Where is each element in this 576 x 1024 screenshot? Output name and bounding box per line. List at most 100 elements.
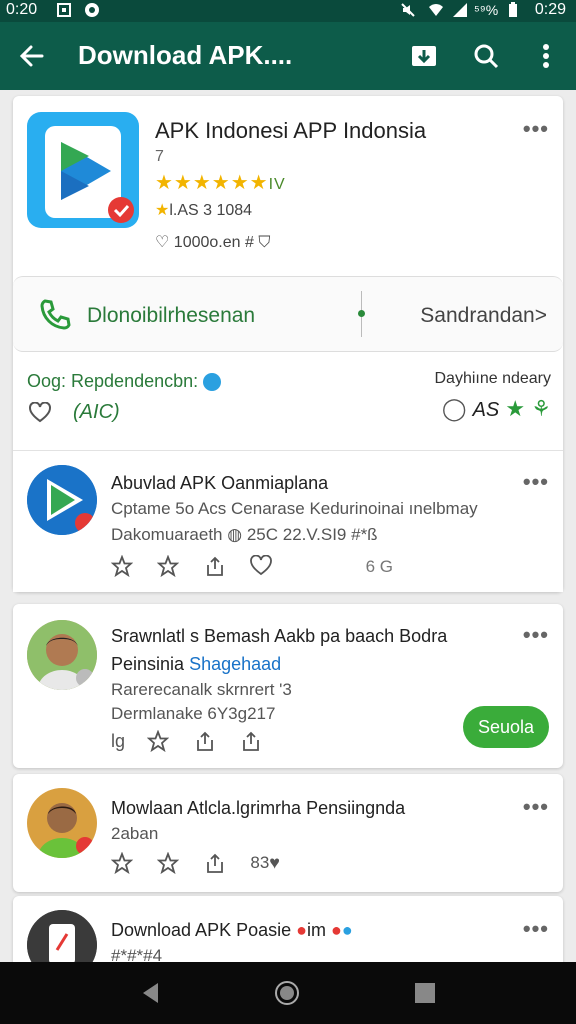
app-more-icon[interactable]: •••	[523, 116, 549, 142]
rec-right-text: Dayhiıne ndeary	[434, 370, 551, 387]
location-icon: ⛉	[258, 234, 271, 251]
wifi-icon	[429, 4, 443, 16]
play-store-icon	[45, 126, 134, 223]
nav-recents-icon[interactable]	[412, 980, 438, 1006]
blue-badge-icon: ●	[341, 920, 353, 940]
status-bar: 0:20 ⁵⁹% 0:29	[0, 0, 576, 22]
battery-percent: ⁵⁹%	[474, 2, 499, 18]
stars: ★★★★★★	[155, 172, 269, 194]
post-title-tail: im	[307, 920, 327, 940]
nav-home-icon[interactable]	[274, 980, 300, 1006]
post-card[interactable]: Mowlaan Atlcla.lgrimrha Pensiingnda 2aba…	[13, 774, 563, 892]
star-outline-icon[interactable]	[147, 730, 170, 752]
follow-button[interactable]: Seuola	[463, 706, 549, 748]
red-badge-icon: ●	[331, 920, 342, 940]
share-icon[interactable]	[204, 555, 226, 577]
star-outline-icon[interactable]	[111, 852, 133, 874]
post-actions	[111, 555, 292, 581]
rating-text: l.AS 3 1084	[169, 202, 253, 219]
likes-line: ♡ 1000o.en # ⛉	[155, 232, 270, 252]
status-time-right: 0:29	[534, 1, 566, 18]
post-actions: lg	[111, 730, 282, 756]
status-time-left: 0:20	[6, 1, 38, 18]
app-title: APK Indonesi APP Indonsia	[155, 118, 427, 143]
heart-icon[interactable]	[29, 402, 51, 424]
heart-icon[interactable]: ♥	[269, 853, 280, 873]
post-text-line: Dakomuaraeth ◍ 25C 22.V.SI9 #*ß	[111, 525, 378, 545]
comment-icon[interactable]: ◯	[442, 396, 467, 421]
star-outline-icon[interactable]: ★	[505, 396, 525, 421]
recommendation-label: Oog: Repdendencbn:	[27, 371, 222, 392]
share-icon[interactable]	[194, 730, 216, 752]
post-title[interactable]: Abuvlad APK Oanmiaplana	[111, 473, 328, 494]
post-text-line: Dermlanake 6Y3g217	[111, 704, 276, 723]
download-box-icon[interactable]	[408, 40, 440, 72]
post-author-line: Peinsinia Shagehaad	[111, 654, 281, 675]
app-stats-icons: ◯ AS ★ ⚘	[442, 396, 551, 424]
badge-icon: ◍	[227, 525, 243, 544]
action-prefix: lg	[111, 730, 126, 751]
star-outline-icon[interactable]	[157, 852, 180, 874]
star-icon: ★	[155, 202, 170, 219]
bookmark-icon[interactable]	[240, 730, 262, 752]
user-avatar	[27, 620, 97, 690]
recommendation-text: Oog: Repdendencbn:	[27, 371, 199, 391]
share-icon[interactable]: ⚘	[531, 396, 551, 421]
post-meta-tail: 25C 22.V.SI9 #*ß	[246, 525, 378, 544]
strip-right-link[interactable]: Sandrandan>	[420, 304, 547, 328]
star-rating: ★★★★★★IV	[155, 170, 286, 195]
red-badge-icon: ●	[296, 920, 308, 940]
post-title-text: Download APK Poasie	[111, 920, 292, 940]
divider-dot	[358, 310, 365, 317]
post-count: 6 G	[365, 557, 393, 576]
app-notification-icon	[85, 3, 99, 17]
play-logo-icon	[27, 465, 97, 535]
rating-line: ★l.AS 3 1084	[155, 200, 252, 220]
author-name: Peinsinia	[111, 654, 185, 674]
post-title[interactable]: Srawnlatl s Bemash Aakb pa baach Bodra	[111, 626, 447, 647]
heart-outline-icon[interactable]	[250, 555, 273, 577]
heart-icon: ♡	[155, 234, 170, 251]
system-nav-bar	[0, 962, 576, 1024]
app-card: APK Indonesi APP Indonsia 7 ★★★★★★IV ★l.…	[13, 96, 563, 592]
post-avatar	[27, 465, 97, 535]
app-count: AS	[472, 399, 500, 421]
stars-tail: IV	[268, 176, 286, 193]
post-meta: Dakomuaraeth	[111, 525, 223, 544]
user-avatar	[27, 788, 97, 858]
like-count-value: AIC)	[79, 401, 120, 423]
back-arrow-icon[interactable]	[16, 40, 48, 72]
person-avatar-icon	[27, 788, 97, 858]
post-count: 83	[250, 853, 270, 872]
nav-back-icon[interactable]	[138, 980, 164, 1006]
post-more-icon[interactable]: •••	[523, 622, 549, 648]
search-icon[interactable]	[470, 40, 502, 72]
download-label[interactable]: Dlonoibilrhesenan	[87, 304, 255, 328]
page-title: Download APK....	[78, 40, 293, 70]
overflow-menu-icon[interactable]	[530, 40, 562, 72]
app-subtitle: 7	[155, 148, 164, 165]
star-outline-icon[interactable]	[111, 555, 133, 577]
post-title[interactable]: Mowlaan Atlcla.lgrimrha Pensiingnda	[111, 798, 405, 819]
app-icon	[27, 112, 139, 228]
post-card[interactable]: Srawnlatl s Bemash Aakb pa baach Bodra P…	[13, 604, 563, 768]
post-text-line: Cptame 5o Acs Cenarase Kedurinoinai ınel…	[111, 499, 478, 518]
phone-icon[interactable]	[37, 297, 73, 333]
post-more-icon[interactable]: •••	[523, 794, 549, 820]
post-actions: 83♥	[111, 852, 280, 878]
battery-icon	[509, 2, 517, 17]
action-strip: Dlonoibilrhesenan Sandrandan>	[13, 276, 563, 352]
share-icon[interactable]	[204, 852, 226, 874]
signal-icon	[453, 3, 467, 17]
post-title[interactable]: Download APK Poasie ●im ●●	[111, 920, 353, 941]
author-link[interactable]: Shagehaad	[189, 654, 281, 674]
post-more-icon[interactable]: •••	[523, 916, 549, 942]
post-text-line: Rarerecanalk skrnrert '3	[111, 680, 292, 699]
post-text-line: 2aban	[111, 824, 159, 843]
like-count: (AIC)	[73, 401, 120, 423]
post-more-icon[interactable]: •••	[523, 469, 549, 495]
verified-badge-icon	[203, 373, 222, 392]
post-item[interactable]: Abuvlad APK Oanmiaplana Cptame 5o Acs Ce…	[13, 450, 563, 592]
likes-text: 1000o.en #	[173, 234, 254, 251]
star-outline-icon[interactable]	[157, 555, 180, 577]
